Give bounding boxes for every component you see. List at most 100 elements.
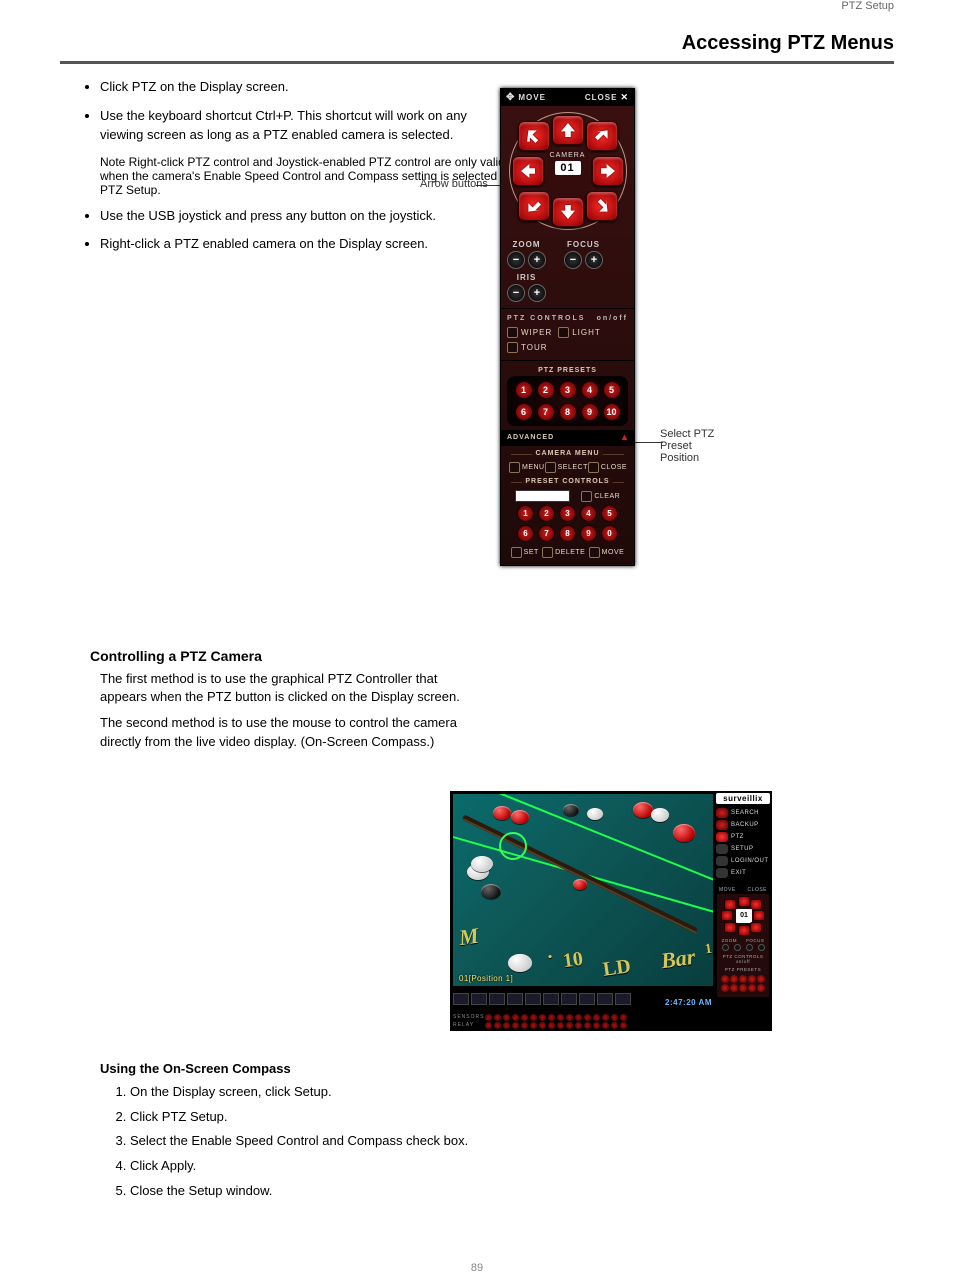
focus-label: FOCUS — [567, 240, 600, 249]
preset-2[interactable]: 2 — [537, 381, 555, 399]
header-category: PTZ Setup — [841, 0, 894, 12]
page-number: 89 — [0, 1262, 954, 1274]
camera-close-button[interactable] — [588, 462, 599, 473]
numpad-9[interactable]: 9 — [580, 525, 597, 542]
numpad-1[interactable]: 1 — [517, 505, 534, 522]
compass-intro: The first method is to use the graphical… — [100, 670, 480, 706]
compass-step-5: Close the Setup window. — [130, 1181, 690, 1202]
relay-indicator[interactable] — [485, 1022, 492, 1029]
preset-delete-button[interactable] — [542, 547, 553, 558]
live-screen-figure: M . 10 LD Bar 1 01[Position 1] surveilli… — [450, 791, 772, 1031]
clear-button[interactable] — [581, 491, 592, 502]
mini-arrow-nw[interactable] — [724, 899, 736, 910]
preset-6[interactable]: 6 — [515, 403, 533, 421]
compass-subhead: Using the On-Screen Compass — [100, 1061, 954, 1076]
camera-select-button[interactable] — [545, 462, 556, 473]
move-icon[interactable]: ✥ — [506, 92, 515, 103]
compass-sub: The second method is to use the mouse to… — [100, 714, 480, 750]
mini-arrow-se[interactable] — [750, 922, 762, 933]
nav-setup[interactable]: SETUP — [716, 843, 770, 855]
sensor-indicator — [485, 1014, 492, 1021]
mini-arrow-left[interactable] — [721, 910, 733, 921]
compass-step-1: On the Display screen, click Setup. — [130, 1082, 690, 1103]
iris-close-button[interactable]: − — [507, 284, 525, 302]
compass-step-2: Click PTZ Setup. — [130, 1107, 690, 1128]
mini-arrow-sw[interactable] — [724, 922, 736, 933]
compass-step-3: Select the Enable Speed Control and Comp… — [130, 1131, 690, 1152]
mini-arrow-ne[interactable] — [750, 899, 762, 910]
preset-number-input[interactable] — [515, 490, 570, 502]
ptz-arrow-se[interactable] — [586, 191, 618, 221]
callout-arrow-buttons: Arrow buttons — [420, 178, 488, 190]
ptz-arrow-up[interactable] — [552, 115, 584, 145]
nav-login[interactable]: LOGIN/OUT — [716, 855, 770, 867]
camera-indicator: CAMERA 01 — [547, 149, 589, 195]
step-4: Right-click a PTZ enabled camera on the … — [100, 235, 480, 254]
numpad-3[interactable]: 3 — [559, 505, 576, 522]
nav-backup[interactable]: BACKUP — [716, 819, 770, 831]
numpad-8[interactable]: 8 — [559, 525, 576, 542]
titlebar-close-label: CLOSE — [585, 93, 618, 102]
ptz-onoff-label: on/off — [597, 315, 628, 322]
step-3: Use the USB joystick and press any butto… — [100, 207, 480, 226]
preset-3[interactable]: 3 — [559, 381, 577, 399]
mini-arrow-up[interactable] — [738, 896, 750, 907]
sensors-label: SENSORS — [453, 1014, 483, 1020]
focus-far-button[interactable]: + — [585, 251, 603, 269]
nav-ptz[interactable]: PTZ — [716, 831, 770, 843]
ptz-arrow-nw[interactable] — [518, 121, 550, 151]
light-toggle[interactable] — [558, 327, 569, 338]
compass-step-4: Click Apply. — [130, 1156, 690, 1177]
brand-logo: surveillix — [716, 793, 770, 804]
mini-ptz-panel: MOVECLOSE 01 ZOOMFOCUS PTZ CONTROLS on/o… — [716, 885, 770, 998]
preset-4[interactable]: 4 — [581, 381, 599, 399]
preset-set-button[interactable] — [511, 547, 522, 558]
mini-arrow-right[interactable] — [753, 910, 765, 921]
titlebar-move[interactable]: MOVE — [518, 93, 546, 102]
preset-7[interactable]: 7 — [537, 403, 555, 421]
numpad-0[interactable]: 0 — [601, 525, 618, 542]
nav-exit[interactable]: EXIT — [716, 867, 770, 879]
numpad-6[interactable]: 6 — [517, 525, 534, 542]
mini-close-icon[interactable]: CLOSE — [748, 887, 767, 893]
zoom-in-button[interactable]: + — [528, 251, 546, 269]
wiper-toggle[interactable] — [507, 327, 518, 338]
focus-near-button[interactable]: − — [564, 251, 582, 269]
preset-move-button[interactable] — [589, 547, 600, 558]
live-video-pane[interactable]: M . 10 LD Bar 1 01[Position 1] — [453, 794, 713, 986]
preset-controls-heading: PRESET CONTROLS — [522, 478, 612, 485]
preset-9[interactable]: 9 — [581, 403, 599, 421]
ptz-arrow-down[interactable] — [552, 197, 584, 227]
camera-menu-button[interactable] — [509, 462, 520, 473]
iris-open-button[interactable]: + — [528, 284, 546, 302]
camera-menu-heading: CAMERA MENU — [532, 450, 602, 457]
page-title: Accessing PTZ Menus — [0, 32, 954, 61]
mini-arrow-down[interactable] — [738, 925, 750, 936]
access-steps: Click PTZ on the Display screen. Use the… — [0, 78, 954, 145]
numpad-5[interactable]: 5 — [601, 505, 618, 522]
nav-search[interactable]: SEARCH — [716, 807, 770, 819]
preset-10[interactable]: 10 — [603, 403, 621, 421]
chevron-up-icon[interactable]: ▴ — [622, 432, 628, 443]
advanced-toggle[interactable]: ADVANCED — [507, 434, 554, 441]
ptz-arrow-sw[interactable] — [518, 191, 550, 221]
step-1: Click PTZ on the Display screen. — [100, 78, 480, 97]
preset-5[interactable]: 5 — [603, 381, 621, 399]
preset-1[interactable]: 1 — [515, 381, 533, 399]
close-icon[interactable]: ✕ — [620, 92, 629, 103]
preset-8[interactable]: 8 — [559, 403, 577, 421]
layout-selector-bar[interactable] — [453, 993, 631, 1005]
ptz-arrow-right[interactable] — [592, 156, 624, 186]
clock-display: 2:47:20 AM — [665, 998, 712, 1007]
compass-steps: On the Display screen, click Setup. Clic… — [130, 1082, 690, 1202]
numpad-2[interactable]: 2 — [538, 505, 555, 522]
numpad-7[interactable]: 7 — [538, 525, 555, 542]
note-text: Note Right-click PTZ control and Joystic… — [0, 155, 520, 197]
presets-heading: PTZ PRESETS — [507, 365, 628, 376]
tour-toggle[interactable] — [507, 342, 518, 353]
ptz-arrow-ne[interactable] — [586, 121, 618, 151]
numpad-4[interactable]: 4 — [580, 505, 597, 522]
ptz-arrow-left[interactable] — [512, 156, 544, 186]
camera-number: 01 — [555, 161, 581, 175]
zoom-out-button[interactable]: − — [507, 251, 525, 269]
